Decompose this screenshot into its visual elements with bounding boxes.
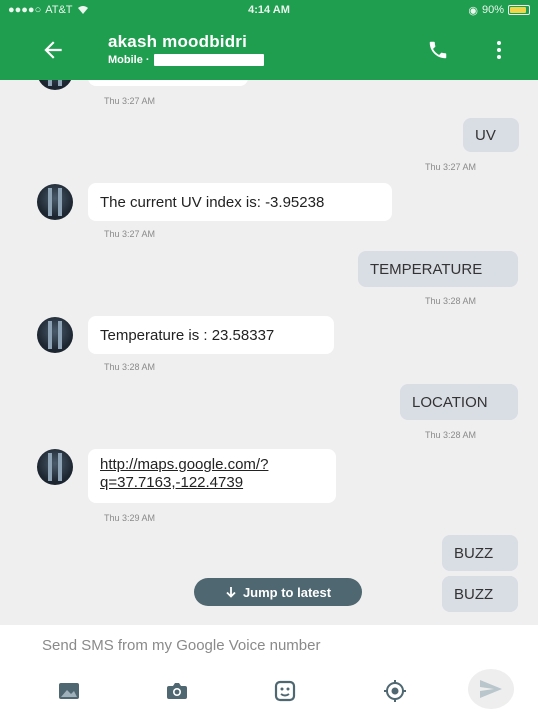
location-icon[interactable]: [383, 679, 407, 703]
message-text: BUZZ: [454, 544, 494, 562]
message-bubble-incoming[interactable]: [88, 80, 248, 86]
message-timestamp: Thu 3:28 AM: [425, 296, 477, 306]
send-icon: [480, 680, 502, 698]
contact-info[interactable]: akash moodbidri Mobile ·: [108, 32, 264, 66]
maps-link-continued[interactable]: q=37.7163,-122.4739: [100, 474, 324, 492]
maps-link[interactable]: http://maps.google.com/?: [100, 456, 324, 474]
contact-avatar: [37, 449, 73, 485]
message-text: The current UV index is: -3.95238: [100, 193, 325, 211]
contact-number-type: Mobile ·: [108, 54, 150, 66]
contact-name: akash moodbidri: [108, 32, 248, 51]
contact-subtitle: Mobile ·: [108, 54, 264, 66]
message-timestamp: Thu 3:29 AM: [104, 513, 156, 523]
contact-avatar: [37, 80, 73, 90]
message-timestamp: Thu 3:27 AM: [104, 229, 156, 239]
message-timestamp: Thu 3:28 AM: [104, 362, 156, 372]
arrow-left-icon[interactable]: [40, 37, 66, 63]
message-bubble-outgoing[interactable]: LOCATION: [400, 384, 518, 420]
message-timestamp: Thu 3:27 AM: [104, 96, 156, 106]
battery-level: [510, 7, 527, 13]
status-left: ●●●●○ AT&T: [8, 4, 89, 16]
message-text: TEMPERATURE: [370, 260, 483, 278]
conversation-list[interactable]: Thu 3:27 AM UV Thu 3:27 AM The current U…: [0, 80, 538, 625]
composer: Send SMS from my Google Voice number: [0, 625, 538, 713]
message-bubble-incoming[interactable]: The current UV index is: -3.95238: [88, 183, 392, 221]
message-bubble-outgoing[interactable]: TEMPERATURE: [358, 251, 518, 287]
message-timestamp: Thu 3:27 AM: [425, 162, 477, 172]
status-bar: ●●●●○ AT&T 4:14 AM ◉ 90%: [0, 0, 538, 20]
contact-avatar: [37, 317, 73, 353]
message-text: BUZZ: [454, 585, 494, 603]
send-button[interactable]: [468, 669, 514, 709]
image-icon[interactable]: [57, 679, 81, 703]
message-timestamp: Thu 3:28 AM: [425, 430, 477, 440]
sticker-icon[interactable]: [273, 679, 297, 703]
jump-to-latest-label: Jump to latest: [242, 584, 332, 600]
message-text: UV: [475, 126, 496, 144]
battery-percent: 90%: [481, 4, 504, 16]
wifi-icon: [77, 6, 88, 14]
alarm-icon: ◉: [468, 4, 478, 17]
message-text: Temperature is : 23.58337: [100, 326, 275, 344]
battery-icon: [508, 5, 530, 15]
phone-icon[interactable]: [427, 39, 449, 61]
status-right: ◉ 90%: [468, 4, 530, 17]
contact-avatar: [37, 184, 73, 220]
message-bubble-outgoing[interactable]: BUZZ: [442, 576, 518, 612]
message-text: LOCATION: [412, 393, 488, 411]
more-vert-icon[interactable]: [494, 39, 504, 61]
message-bubble-incoming: http://maps.google.com/? q=37.7163,-122.…: [88, 449, 336, 503]
message-bubble-outgoing[interactable]: BUZZ: [442, 535, 518, 571]
message-bubble-incoming[interactable]: Temperature is : 23.58337: [88, 316, 334, 354]
jump-to-latest-button[interactable]: Jump to latest: [194, 578, 362, 606]
carrier-label: AT&T: [45, 4, 73, 16]
message-bubble-outgoing[interactable]: UV: [463, 118, 519, 152]
message-input[interactable]: Send SMS from my Google Voice number: [42, 637, 320, 654]
signal-icon: ●●●●○: [8, 4, 42, 16]
arrow-down-icon: [226, 587, 236, 598]
redacted-number: [153, 54, 264, 66]
app-bar: akash moodbidri Mobile ·: [0, 20, 538, 80]
camera-icon[interactable]: [165, 679, 189, 703]
